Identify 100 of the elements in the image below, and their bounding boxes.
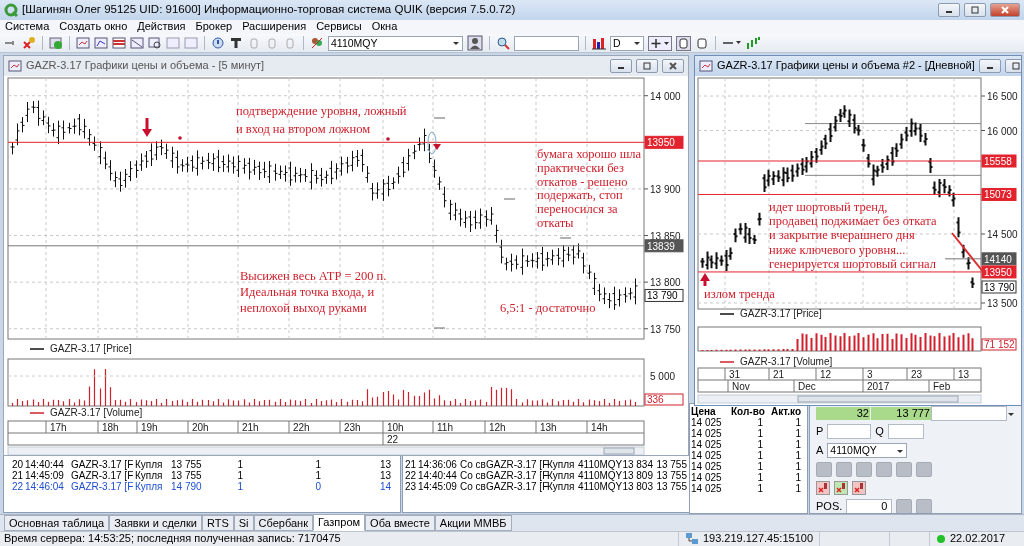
table-cell: 13 809	[621, 470, 654, 481]
table-cell: 4110MQY	[577, 481, 621, 492]
account-select[interactable]: 4110MQY	[328, 35, 463, 51]
add-window-icon[interactable]	[49, 36, 63, 50]
bar-chart-icon[interactable]	[592, 36, 606, 50]
price-label: 14140	[981, 252, 1017, 266]
window-icon[interactable]	[130, 36, 144, 50]
price-label: 13950	[981, 265, 1017, 279]
annotation-text: Высижен весь АТР = 200 п. Идеальная точка входа, и неплохой выход руками	[240, 269, 387, 315]
legend-line-icon	[29, 412, 45, 414]
tool-button[interactable]	[916, 499, 933, 513]
table-cell: 22	[403, 470, 417, 481]
down-arrow-icon	[142, 118, 152, 137]
table-cell-text: 1	[756, 461, 764, 472]
menu-item[interactable]: Система	[0, 20, 55, 34]
minimize-button[interactable]	[938, 3, 960, 17]
table-cell-text: 14 025	[690, 483, 723, 494]
time-label: 20h	[192, 422, 209, 433]
legend-label: GAZR-3.17 [Price]	[740, 308, 822, 319]
interval-select[interactable]: D	[610, 35, 644, 51]
table-icon[interactable]	[112, 36, 126, 50]
tab[interactable]: Основная таблица	[4, 515, 110, 531]
time-label: 3	[867, 369, 873, 380]
app-logo-icon	[4, 3, 18, 17]
menu-item[interactable]: Создать окно	[54, 20, 133, 34]
chart-window-icon[interactable]	[76, 36, 90, 50]
table-cell: GAZR-3.17 [F	[485, 481, 546, 492]
user-card-icon[interactable]	[467, 35, 483, 51]
tab[interactable]: Газпром	[312, 514, 366, 531]
restore-icon	[642, 61, 652, 71]
tab[interactable]: Сбербанк	[253, 515, 313, 531]
input-field[interactable]	[931, 406, 1007, 421]
order-icon[interactable]	[816, 481, 830, 495]
tool-button[interactable]	[896, 499, 913, 513]
tab[interactable]: RTS	[201, 515, 234, 531]
legend-line-icon	[719, 361, 735, 363]
chart-window-icon	[8, 59, 22, 73]
disconnect-icon[interactable]	[22, 36, 36, 50]
time-label: 23	[911, 369, 923, 380]
price-label: 13950	[644, 135, 684, 149]
table-cell-text: 1	[756, 450, 764, 461]
field-label: P	[816, 424, 824, 439]
price-field[interactable]	[827, 424, 872, 439]
candlestick-icon[interactable]	[746, 36, 760, 50]
table-cell-text: 1	[794, 461, 802, 472]
search-field[interactable]	[514, 35, 579, 51]
tab[interactable]: Заявки и сделки	[109, 515, 202, 531]
crosshair-icon[interactable]	[648, 35, 672, 51]
tab[interactable]: Si	[233, 515, 254, 531]
table-row[interactable]: 20 14:40:44 GAZR-3.17 [F Купля 13 755 1 1 13	[4, 459, 400, 470]
date-label: Nov	[732, 381, 750, 392]
close-button[interactable]	[990, 3, 1020, 17]
table-cell: 13 803	[621, 481, 654, 492]
time-label: 13h	[540, 422, 557, 433]
menu-item[interactable]: Действия	[132, 20, 191, 34]
axis-label: 13 850	[650, 230, 681, 242]
caret-icon	[896, 447, 905, 454]
tab[interactable]: Акции ММВБ	[434, 515, 512, 531]
table-row[interactable]: 21 14:45:09 GAZR-3.17 [F Купля 13 755 1 1 13	[4, 470, 400, 481]
search-window-icon[interactable]	[148, 36, 162, 50]
restore-button[interactable]	[1004, 59, 1021, 73]
table-cell-text: Купля	[547, 459, 576, 470]
chart-window-icon[interactable]	[94, 36, 108, 50]
table-row[interactable]: 22 14:46:04 GAZR-3.17 [F Купля 14 790 1 0 14	[4, 481, 400, 492]
menu-item[interactable]: Окна	[366, 20, 403, 34]
dot-marker-icon	[178, 136, 182, 140]
table-cell: 13 834	[621, 459, 654, 470]
time-label: 31	[729, 369, 741, 380]
menu-item[interactable]: Расширения	[237, 20, 312, 34]
table-cell-text: 1	[794, 472, 802, 483]
tab[interactable]: Оба вместе	[365, 515, 435, 531]
time-label: 23h	[344, 422, 361, 433]
time-label: 17h	[50, 422, 67, 433]
axis-label: 5 000	[650, 371, 676, 382]
chart-window-title: GAZR-3.17 Графики цены и объема - [5 минут]	[26, 59, 266, 73]
minimize-button[interactable]	[610, 59, 632, 73]
info-icon[interactable]	[211, 36, 225, 50]
level-line	[944, 258, 982, 260]
text-tool-icon[interactable]	[229, 36, 243, 50]
price-label: 13839	[644, 239, 684, 253]
menu-item[interactable]: Брокер	[190, 20, 238, 34]
axis-label: 14 500	[987, 229, 1018, 240]
dash-marker-icon	[503, 198, 516, 200]
time-label: 11h	[437, 422, 453, 433]
quantity-cell: 32	[816, 407, 870, 420]
price-label: 13 790	[644, 288, 684, 302]
table-cell-text: 14 025	[690, 439, 723, 450]
close-button[interactable]	[662, 59, 684, 73]
position-field: 0	[846, 499, 893, 513]
time-label: 18h	[102, 422, 119, 433]
quantity-field[interactable]	[887, 424, 924, 439]
search-icon[interactable]	[496, 36, 510, 50]
minimize-button[interactable]	[978, 59, 1001, 73]
menu-item[interactable]: Сервисы	[311, 20, 367, 34]
axis-label: 13 900	[650, 183, 681, 195]
table-cell-text: 1	[756, 417, 764, 428]
order-icon[interactable]	[834, 481, 848, 495]
order-icon[interactable]	[852, 481, 866, 495]
close-icon	[1000, 5, 1010, 15]
account-select[interactable]: 4110MQY	[827, 443, 908, 458]
